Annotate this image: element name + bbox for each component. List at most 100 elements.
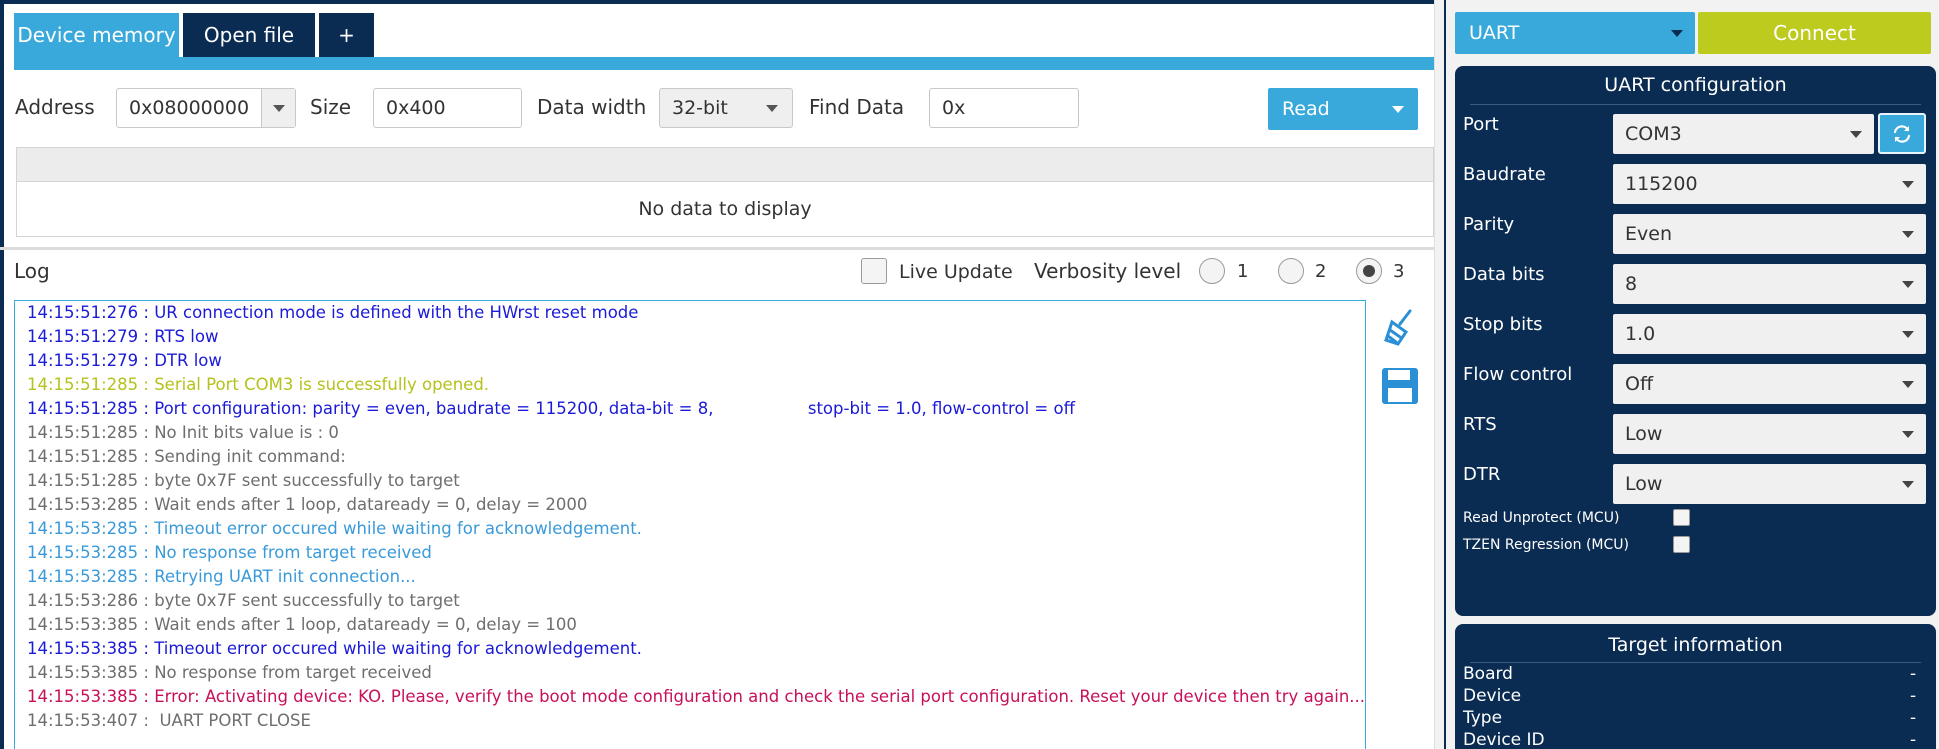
title-separator (1470, 104, 1921, 105)
interface-select[interactable]: UART (1455, 12, 1695, 54)
log-output[interactable]: 14:15:51:276 : UR connection mode is def… (14, 300, 1366, 749)
verbosity-radio-1-label: 1 (1237, 261, 1249, 282)
dtr-select[interactable]: Low (1613, 464, 1926, 504)
uart-configuration-title: UART configuration (1604, 74, 1787, 96)
address-value: 0x08000000 (129, 97, 250, 119)
device-value: - (1910, 686, 1917, 706)
data-width-select[interactable]: 32-bit (659, 88, 793, 128)
log-line: 14:15:53:385 : Timeout error occured whi… (27, 639, 642, 658)
board-label: Board (1463, 664, 1513, 684)
address-label: Address (15, 95, 95, 119)
memory-grid-header (16, 147, 1434, 182)
board-value: - (1910, 664, 1917, 684)
log-line: 14:15:53:286 : byte 0x7F sent successful… (27, 591, 460, 610)
chevron-down-icon (1902, 231, 1914, 238)
baudrate-select[interactable]: 115200 (1613, 164, 1926, 204)
refresh-icon (1893, 124, 1911, 143)
address-combobox[interactable]: 0x08000000 (116, 88, 296, 128)
interface-value: UART (1469, 22, 1520, 44)
window-left-border (0, 0, 4, 749)
log-line: 14:15:51:276 : UR connection mode is def… (27, 303, 639, 322)
verbosity-level-label: Verbosity level (1034, 259, 1182, 283)
target-information-title: Target information (1608, 634, 1783, 656)
stop-bits-select[interactable]: 1.0 (1613, 314, 1926, 354)
rts-label: RTS (1463, 414, 1497, 435)
flow-control-label: Flow control (1463, 364, 1573, 385)
log-line: 14:15:53:285 : Wait ends after 1 loop, d… (27, 495, 588, 514)
device-label: Device (1463, 686, 1522, 706)
log-line: 14:15:53:407 : UART PORT CLOSE (27, 711, 311, 730)
chevron-down-icon (272, 104, 285, 112)
pane-splitter[interactable] (0, 247, 1444, 250)
read-button[interactable]: Read (1268, 88, 1418, 130)
data-bits-select[interactable]: 8 (1613, 264, 1926, 304)
data-bits-label: Data bits (1463, 264, 1545, 285)
chevron-down-icon (1671, 30, 1683, 37)
flow-control-value: Off (1625, 373, 1654, 395)
chevron-down-icon (766, 104, 778, 112)
chevron-down-icon (1902, 281, 1914, 288)
log-line: 14:15:53:285 : Timeout error occured whi… (27, 519, 642, 538)
chevron-down-icon[interactable] (1392, 106, 1404, 113)
tzen-regression-checkbox[interactable] (1673, 536, 1690, 553)
verbosity-radio-2-label: 2 (1315, 261, 1327, 282)
size-label: Size (310, 95, 352, 119)
read-unprotect-checkbox[interactable] (1673, 509, 1690, 526)
address-dropdown-toggle[interactable] (261, 89, 295, 127)
baudrate-value: 115200 (1625, 173, 1698, 195)
parity-value: Even (1625, 223, 1672, 245)
tab-open-file[interactable]: Open file (183, 13, 315, 57)
dtr-value: Low (1625, 473, 1663, 495)
log-line: 14:15:53:385 : No response from target r… (27, 663, 432, 682)
verbosity-radio-2[interactable] (1278, 258, 1304, 284)
rts-value: Low (1625, 423, 1663, 445)
chevron-down-icon (1902, 481, 1914, 488)
live-update-checkbox[interactable] (861, 258, 887, 284)
log-line: 14:15:53:385 : Wait ends after 1 loop, d… (27, 615, 577, 634)
log-line: 14:15:51:285 : No Init bits value is : 0 (27, 423, 339, 442)
flow-control-select[interactable]: Off (1613, 364, 1926, 404)
verbosity-radio-3[interactable] (1356, 258, 1382, 284)
verbosity-radio-3-label: 3 (1393, 261, 1405, 282)
broom-icon[interactable] (1380, 306, 1420, 350)
live-update-label: Live Update (899, 261, 1013, 283)
find-data-label: Find Data (809, 95, 905, 119)
read-unprotect-label: Read Unprotect (MCU) (1463, 510, 1620, 526)
device-id-label: Device ID (1463, 730, 1545, 749)
port-select[interactable]: COM3 (1613, 114, 1874, 154)
chevron-down-icon (1902, 381, 1914, 388)
log-title: Log (14, 259, 50, 283)
data-bits-value: 8 (1625, 273, 1638, 295)
data-width-label: Data width (537, 95, 647, 119)
verbosity-radio-1[interactable] (1199, 258, 1225, 284)
stop-bits-label: Stop bits (1463, 314, 1543, 335)
device-id-value: - (1910, 730, 1917, 749)
log-line: 14:15:51:279 : DTR low (27, 351, 222, 370)
radio-selected-dot (1363, 265, 1375, 277)
size-input[interactable]: 0x400 (373, 88, 522, 128)
find-data-input[interactable]: 0x (929, 88, 1079, 128)
chevron-down-icon (1902, 181, 1914, 188)
read-button-label: Read (1282, 98, 1330, 120)
tab-device-memory[interactable]: Device memory (14, 13, 179, 57)
tab-underline-bar (14, 57, 1434, 70)
log-line: 14:15:53:285 : No response from target r… (27, 543, 432, 562)
rts-select[interactable]: Low (1613, 414, 1926, 454)
add-tab-button[interactable]: + (319, 13, 374, 57)
log-line: 14:15:53:285 : Retrying UART init connec… (27, 567, 416, 586)
parity-select[interactable]: Even (1613, 214, 1926, 254)
parity-label: Parity (1463, 214, 1515, 235)
memory-grid-empty: No data to display (16, 182, 1434, 237)
type-value: - (1910, 708, 1917, 728)
refresh-ports-button[interactable] (1878, 113, 1926, 154)
chevron-down-icon (1902, 331, 1914, 338)
panel-divider (1434, 0, 1444, 749)
port-label: Port (1463, 114, 1499, 135)
connect-button[interactable]: Connect (1698, 12, 1931, 54)
window-top-border (0, 0, 1444, 4)
baudrate-label: Baudrate (1463, 164, 1546, 185)
floppy-disk-icon[interactable] (1380, 364, 1420, 408)
data-width-value: 32-bit (672, 97, 728, 119)
stop-bits-value: 1.0 (1625, 323, 1656, 345)
type-label: Type (1463, 708, 1503, 728)
